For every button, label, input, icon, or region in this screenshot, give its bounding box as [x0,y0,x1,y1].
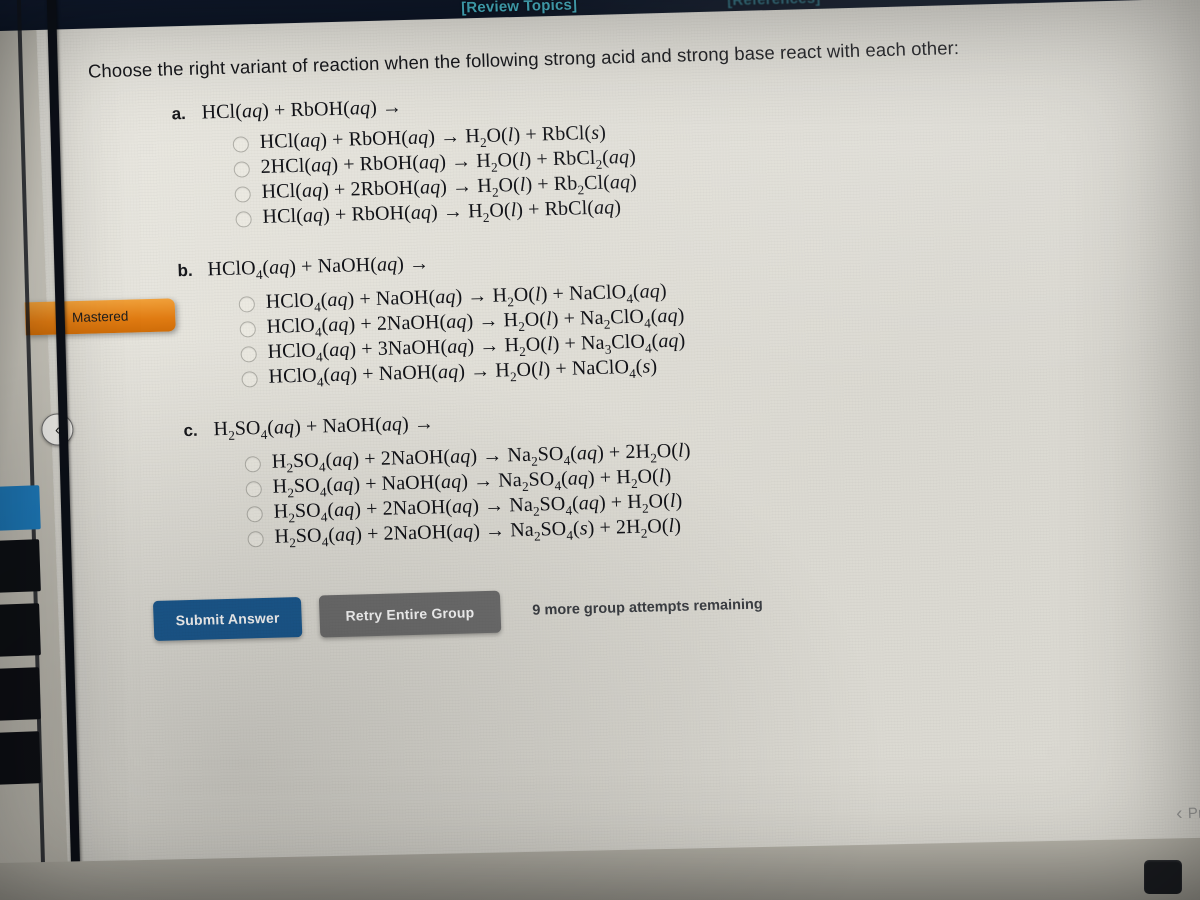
question-content: Choose the right variant of reaction whe… [36,0,1200,645]
question-label: b. [177,260,193,281]
question-block: a. HCl(aq) + RbOH(aq) → HCl(aq) + RbOH(aq)… [79,74,1200,235]
attempts-remaining-text: 9 more group attempts remaining [532,596,763,619]
radio-button-icon[interactable] [240,345,257,363]
question-equation: HCl(aq) + RbOH(aq) → [201,96,403,124]
option-list: HCl(aq) + RbOH(aq) → H2O(l) + RbCl(s) 2HC… [232,105,1200,231]
radio-button-icon[interactable] [233,160,251,178]
radio-button-icon[interactable] [244,455,262,472]
mastered-tab[interactable]: Mastered [24,298,176,336]
question-block: c. H2SO4(aq) + NaOH(aq) → H2SO4(aq) + 2NaO… [91,391,1200,555]
keyboard-key [1144,860,1182,894]
question-label: a. [171,103,187,124]
radio-button-icon[interactable] [234,185,251,203]
radio-button-icon[interactable] [245,480,263,497]
offscreen-chip-blue [0,485,41,531]
radio-button-icon[interactable] [246,505,263,522]
question-equation: HClO4(aq) + NaOH(aq) → [207,252,430,283]
question-equation: H2SO4(aq) + NaOH(aq) → [213,412,435,443]
offscreen-chip-3 [0,667,41,721]
submit-answer-button[interactable]: Submit Answer [152,597,303,641]
question-label: c. [183,420,199,441]
radio-button-icon[interactable] [241,370,258,388]
browser-page: [Review Topics] [References] Choose the … [0,0,1200,900]
radio-button-icon[interactable] [247,530,264,547]
chevron-left-icon-previous: ‹ [1175,803,1184,825]
question-block: b. HClO4(aq) + NaOH(aq) → HClO4(aq) + NaOH… [85,231,1200,395]
previous-label: Previous [1187,803,1200,823]
offscreen-chip-4 [0,731,41,785]
offscreen-chip-1 [0,539,41,593]
offscreen-chip-2 [0,603,41,657]
mastered-tab-label: Mastered [71,308,129,326]
photo-scene: [Review Topics] [References] Choose the … [0,0,1200,900]
option-list: HClO4(aq) + NaOH(aq) → H2O(l) + NaClO4(a… [238,265,1200,391]
references-link[interactable]: [References] [727,0,821,9]
action-row: Submit Answer Retry Entire Group 9 more … [152,571,1200,642]
radio-button-icon[interactable] [235,210,252,228]
page-title: Choose the right variant of reaction whe… [87,37,960,82]
previous-link[interactable]: ‹ Previous [1175,802,1200,825]
browser-page-wrapper: [Review Topics] [References] Choose the … [0,0,1200,900]
retry-entire-group-button[interactable]: Retry Entire Group [318,590,502,638]
option-list: H2SO4(aq) + 2NaOH(aq) → Na2SO4(aq) + 2H2… [244,425,1200,551]
questions-list: a. HCl(aq) + RbOH(aq) → HCl(aq) + RbOH(aq)… [79,74,1200,555]
review-topics-link[interactable]: [Review Topics] [461,0,578,16]
radio-button-icon[interactable] [239,320,257,338]
radio-button-icon[interactable] [232,135,250,153]
radio-button-icon[interactable] [238,295,256,313]
